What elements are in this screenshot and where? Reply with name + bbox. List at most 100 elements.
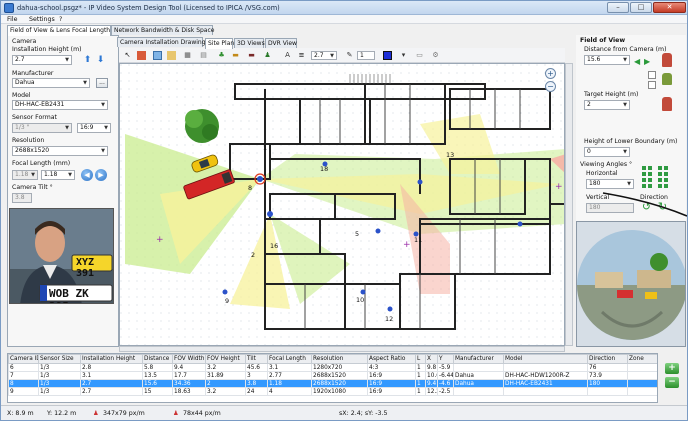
column-header[interactable]: L [415, 354, 426, 364]
table-cell: 12.2 [425, 387, 438, 396]
plan-vertical-scrollbar[interactable] [565, 63, 573, 346]
add-camera-icon[interactable]: + [665, 363, 679, 374]
license-plate-bottom: WOB ZK 295 [49, 287, 89, 303]
distance-left-icon[interactable]: ◀ [634, 57, 640, 66]
column-header[interactable]: FOV Height [205, 354, 246, 364]
scale-field[interactable]: 2.7 ▼ [311, 51, 337, 60]
browse-manufacturer-button[interactable]: ... [96, 78, 108, 88]
table-actions: + − [661, 361, 685, 401]
menu-help[interactable]: ? [59, 16, 62, 23]
increase-focal-icon[interactable]: ▶ [95, 169, 107, 181]
cam-label-16: 16 [270, 242, 279, 250]
install-height-field[interactable]: 2.7 ▼ [12, 55, 72, 65]
column-header[interactable]: Zone [627, 354, 657, 364]
grid-icon[interactable]: ▤ [199, 51, 208, 60]
column-header[interactable]: Tilt [245, 354, 268, 364]
column-header[interactable]: Distance [142, 354, 173, 364]
focal-length-field[interactable]: 1.18 ▼ [41, 170, 75, 180]
distance-right-icon[interactable]: ▶ [644, 57, 650, 66]
column-header[interactable]: Manufacturer [453, 354, 504, 364]
site-plan-canvas[interactable]: + + + 1 2 5 8 9 10 11 12 13 16 18 + − [119, 63, 565, 346]
layers-icon[interactable]: ▭ [415, 51, 424, 60]
grid-layout-3-icon[interactable] [642, 166, 653, 177]
tree [185, 109, 219, 143]
manufacturer-select[interactable]: Dahua ▼ [12, 78, 90, 88]
column-header[interactable]: Sensor Size [38, 354, 81, 364]
line-width-icon[interactable]: ≡ [297, 51, 306, 60]
chevron-down-icon: ▼ [623, 149, 627, 155]
table-cell: 1/3 [38, 379, 81, 388]
tab-network-bandwidth[interactable]: Network Bandwidth & Disk Space [111, 25, 214, 35]
maximize-button[interactable]: □ [630, 2, 652, 13]
measure-icon[interactable]: ▦ [183, 51, 192, 60]
wall-tool-icon[interactable] [153, 51, 162, 60]
tab-site-plan[interactable]: Site Plan [205, 38, 234, 49]
column-header[interactable]: Direction [587, 354, 628, 364]
cam-label-2: 2 [251, 251, 256, 259]
zoom-out-icon[interactable]: − [545, 81, 556, 92]
close-button[interactable]: ✕ [653, 2, 686, 13]
table-row[interactable]: 6 1/3 2.8 5.8 9.4 3.2 45.6 3.1 1280x720 4:3 1 9.8 -5… [8, 363, 657, 372]
distance-field[interactable]: 15.6 ▼ [584, 55, 630, 65]
decrease-focal-icon[interactable]: ◀ [81, 169, 93, 181]
font-icon[interactable]: A [283, 51, 292, 60]
person-red-icon [662, 53, 672, 67]
arrow-up-icon[interactable]: ⬆ [83, 55, 92, 65]
checkbox-1[interactable] [648, 71, 656, 79]
checkbox-2[interactable] [648, 81, 656, 89]
column-header[interactable]: Aspect Ratio [367, 354, 416, 364]
grid-layout-4-icon[interactable] [658, 166, 669, 177]
table-row[interactable]: 91/32.71518.633.22441920x108016:9112.2-2… [8, 387, 657, 396]
pointer-icon[interactable]: ↖ [123, 51, 132, 60]
license-plate-top: XYZ 391 [76, 257, 95, 279]
camera-tool-icon[interactable] [137, 51, 146, 60]
settings-icon[interactable]: ⚙ [431, 51, 440, 60]
plan-horizontal-scrollbar[interactable] [119, 346, 565, 352]
truck-icon[interactable]: ▬ [247, 51, 256, 60]
car-icon[interactable]: ▬ [231, 51, 240, 60]
menu-file[interactable]: File [7, 16, 18, 23]
column-header[interactable]: Focal Length [267, 354, 312, 364]
model-select[interactable]: DH-HAC-EB2431 ▼ [12, 100, 108, 110]
remove-camera-icon[interactable]: − [665, 377, 679, 388]
menu-settings[interactable]: Settings [29, 16, 55, 23]
resolution-select[interactable]: 2688x1520 ▼ [12, 146, 108, 156]
person-icon[interactable]: ♟ [263, 51, 272, 60]
color-picker-icon[interactable] [383, 51, 392, 60]
camera-tilt-field[interactable]: 3.8 [12, 193, 32, 203]
table-cell: DH-HAC-HDW1200R-Z [503, 371, 588, 380]
pen-icon[interactable]: ✎ [345, 51, 354, 60]
column-header[interactable]: Camera ID [8, 354, 39, 364]
aspect-ratio-select[interactable]: 16:9 ▼ [77, 123, 111, 133]
pen-width-field[interactable]: 1 [357, 51, 375, 60]
distance-label: Distance from Camera (m) [584, 46, 667, 53]
column-header[interactable]: Installation Height [80, 354, 143, 364]
window-title: dahua-school.psgz* - IP Video System Des… [17, 4, 280, 12]
table-row[interactable]: 8 1/3 2.7 15.6 34.36 2 3.8 1.18 2688x1520 16:9 1 9.… [8, 379, 657, 388]
column-header[interactable]: X [425, 354, 438, 364]
table-row[interactable]: 7 1/3 3.1 13.5 17.7 31.89 3 2.77 2688x1520 16:9 1 1… [8, 371, 657, 380]
column-header[interactable]: Model [503, 354, 588, 364]
tab-camera-installation-drawing[interactable]: Camera Installation Drawing [117, 37, 206, 47]
target-height-field[interactable]: 2 ▼ [584, 100, 630, 110]
column-header[interactable]: FOV Width [172, 354, 206, 364]
minimize-button[interactable]: – [607, 2, 629, 13]
table-cell: 1 [415, 371, 426, 380]
table-cell: 34.36 [172, 379, 206, 388]
tab-dvr-view[interactable]: DVR View [265, 38, 297, 48]
tab-3d-views[interactable]: 3D Views [234, 38, 265, 48]
column-header[interactable]: Resolution [311, 354, 368, 364]
dropdown-icon[interactable]: ▾ [399, 51, 408, 60]
focal-min-field[interactable]: 1.18 ▼ [12, 170, 38, 180]
table-cell: 76 [587, 363, 628, 372]
lower-boundary-field[interactable]: 0 ▼ [584, 147, 630, 157]
zoom-in-icon[interactable]: + [545, 68, 556, 79]
door-tool-icon[interactable] [167, 51, 176, 60]
sensor-format-select[interactable]: 1/3 " ▼ [12, 123, 72, 133]
manufacturer-label: Manufacturer [12, 70, 54, 77]
tab-field-of-view[interactable]: Field of View & Lens Focal Length [7, 25, 111, 36]
arrow-down-icon[interactable]: ⬇ [96, 55, 105, 65]
table-cell: 16:9 [367, 387, 416, 396]
column-header[interactable]: Y [437, 354, 454, 364]
tree-icon[interactable]: ♣ [217, 51, 226, 60]
